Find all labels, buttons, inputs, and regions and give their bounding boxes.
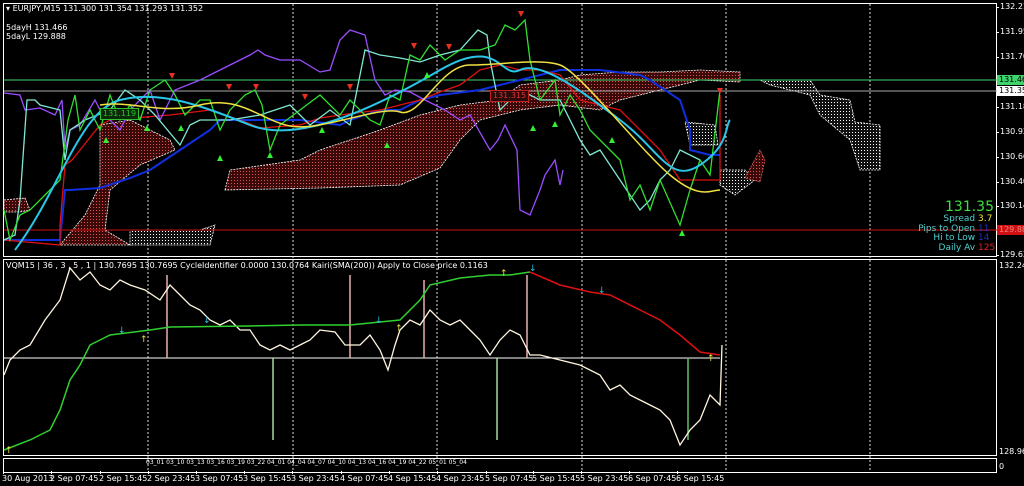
time-axis-label: 3 Sep 07:45 [195,471,244,483]
time-axis-label: 4 Sep 15:45 [388,471,437,483]
time-axis-label: 30 Aug 2013 [2,471,54,483]
five-day-high-marker: 131.466 [997,75,1024,85]
hi-to-low-label: Hi to Low [933,233,976,243]
vqm-green-line [3,271,531,451]
time-axis-label: 2 Sep 15:45 [99,471,148,483]
symbol-header: ▾ EURJPY,M15 131.300 131.354 131.293 131… [6,4,204,13]
time-axis-label: 3 Sep 15:45 [243,471,292,483]
svg-text:↓: ↓ [375,316,383,326]
daily-average-value: 125 [978,242,996,253]
five-day-low-marker: 129.888 [997,225,1024,235]
svg-text:↓: ↓ [203,316,211,326]
price-label-green: 131.119 [100,108,140,120]
price-axis-label: 130.920 [995,127,1024,137]
mini-panel-axis: 0 [999,462,1005,471]
price-axis-label: 129.630 [995,250,1024,260]
time-axis-label: 4 Sep 23:45 [436,471,485,483]
time-axis-label: 6 Sep 15:45 [676,471,725,483]
five-day-low-label: 5dayL 129.888 [6,32,66,41]
mini-panel-labels: 03_01 03_10 03_13 03_16 03_19 03_22 04_0… [146,459,467,466]
daily-average-label: Daily Av [938,242,976,253]
svg-text:↑: ↑ [707,354,715,364]
price-axis-label: 130.145 [995,201,1024,211]
vqm-signal-arrows: ↓ ↓ ↓ ↓ ↓ ↑ ↑ ↑ ↑ ↑ [5,264,715,456]
price-axis-label: 130.405 [995,177,1024,187]
kairi-line [3,266,723,447]
current-price: 131.35 [945,199,994,215]
time-axis-label: 2 Sep 07:45 [50,471,99,483]
info-block: 131.35 Spread 3.7 Pips to Open 11 Hi to … [918,199,996,253]
indicator-axis-top: 132.2434 [999,261,1024,270]
price-axis-label: 131.955 [995,27,1024,37]
price-axis-label: 131.180 [995,102,1024,112]
bid-price-marker: 131.352 [997,86,1024,96]
price-label-red: 131.315 [490,90,530,102]
svg-text:↑: ↑ [140,335,148,345]
time-axis-label: 5 Sep 07:45 [485,471,534,483]
time-axis-label: 6 Sep 07:45 [628,471,677,483]
svg-text:↓: ↓ [118,326,126,336]
time-axis-label: 5 Sep 23:45 [580,471,629,483]
svg-text:↑: ↑ [5,446,13,456]
chart-drawing: ↓ ↓ ↓ ↓ ↓ ↑ ↑ ↑ ↑ ↑ [3,4,997,472]
price-axis-label: 130.665 [995,152,1024,162]
time-axis-label: 2 Sep 23:45 [147,471,196,483]
spread-label: Spread [943,214,976,224]
svg-text:↑: ↑ [395,324,403,334]
vqm-red-line [529,271,721,356]
vertical-gridlines [147,4,871,472]
svg-text:↓: ↓ [529,264,537,274]
indicator-title: VQM15 | 36 , 3 , 5 , 1 | 130.7695 130.76… [6,261,488,270]
price-axis-label: 132.215 [995,2,1024,12]
indicator-axis-bottom: 128.9668 [999,447,1024,456]
pips-to-open-label: Pips to Open [918,223,976,234]
svg-text:↓: ↓ [598,286,606,296]
svg-text:↑: ↑ [500,269,508,279]
time-axis-label: 4 Sep 07:45 [340,471,389,483]
time-axis-label: 5 Sep 15:45 [532,471,581,483]
time-axis-label: 3 Sep 23:45 [291,471,340,483]
price-axis-label: 131.700 [995,52,1024,62]
